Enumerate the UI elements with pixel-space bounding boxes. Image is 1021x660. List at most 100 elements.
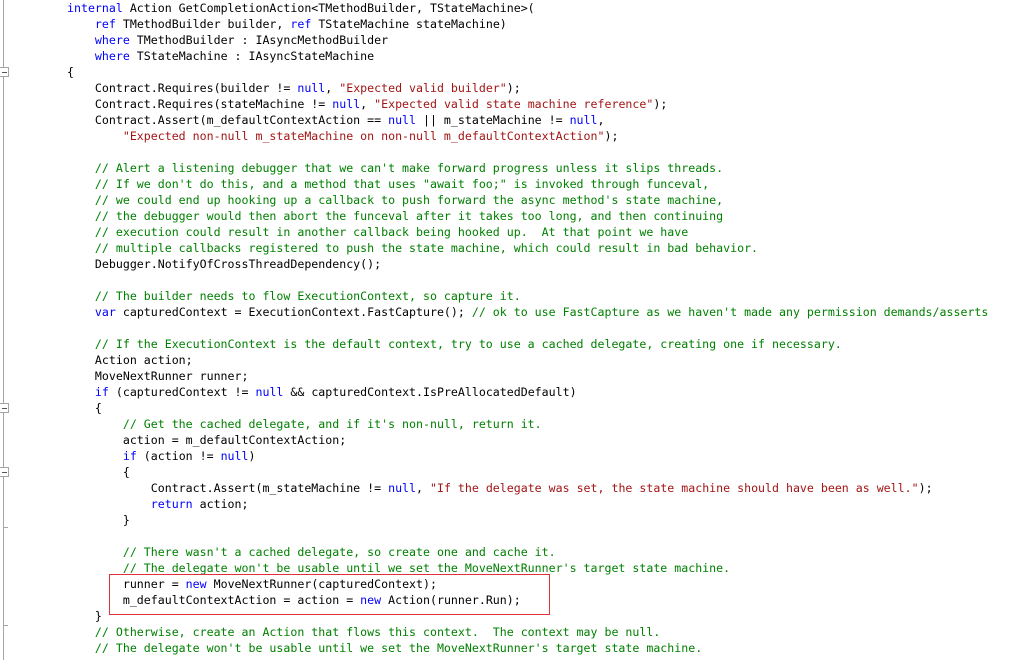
code-line: // Alert a listening debugger that we ca… xyxy=(67,160,1021,176)
code-text: Contract.Requires(stateMachine != xyxy=(67,97,333,111)
comment: // we could end up hooking up a callback… xyxy=(94,193,724,207)
keyword: null xyxy=(332,97,361,111)
code-text: action; xyxy=(192,497,249,511)
comment: // the debugger would then abort the fun… xyxy=(94,209,724,223)
outline-line xyxy=(3,0,4,660)
keyword: null xyxy=(569,113,598,127)
code-line: "Expected non-null m_stateMachine on non… xyxy=(67,128,1021,144)
code-line: action = m_defaultContextAction; xyxy=(67,432,1021,448)
code-text: , xyxy=(360,97,375,111)
code-text: || m_stateMachine != xyxy=(416,113,570,127)
code-line: Contract.Assert(m_stateMachine != null, … xyxy=(67,480,1021,496)
code-line: // Otherwise, create an Action that flow… xyxy=(67,624,1021,640)
code-line: { xyxy=(67,64,1021,80)
keyword: new xyxy=(185,577,207,591)
code-text: ); xyxy=(653,97,668,111)
code-line: { xyxy=(67,464,1021,480)
keyword: var xyxy=(94,305,116,319)
code-text: Debugger.NotifyOfCrossThreadDependency()… xyxy=(67,257,382,271)
code-line: // If we don't do this, and a method tha… xyxy=(67,176,1021,192)
code-line: Contract.Requires(builder != null, "Expe… xyxy=(67,80,1021,96)
code-line: // The builder needs to flow ExecutionCo… xyxy=(67,288,1021,304)
code-text: { xyxy=(67,65,74,79)
collapse-icon[interactable] xyxy=(0,403,9,413)
code-text: action = m_defaultContextAction; xyxy=(67,433,347,447)
code-line: { xyxy=(67,400,1021,416)
code-text: TStateMachine stateMachine) xyxy=(311,17,507,31)
keyword: new xyxy=(360,593,382,607)
comment: // The builder needs to flow ExecutionCo… xyxy=(94,289,521,303)
code-line: // multiple callbacks registered to push… xyxy=(67,240,1021,256)
collapse-icon[interactable] xyxy=(0,67,9,77)
comment: // Get the cached delegate, and if it's … xyxy=(122,417,542,431)
code-text: } xyxy=(67,609,102,623)
code-line: // Get the cached delegate, and if it's … xyxy=(67,416,1021,432)
code-text: TMethodBuilder builder, xyxy=(115,17,291,31)
code-line: if (capturedContext != null && capturedC… xyxy=(67,384,1021,400)
code-text: capturedContext = ExecutionContext.FastC… xyxy=(115,305,472,319)
code-text: } xyxy=(67,513,130,527)
string-literal: "Expected valid builder" xyxy=(339,81,507,95)
code-text: , xyxy=(416,481,430,495)
code-text: (action != xyxy=(136,449,221,463)
keyword: null xyxy=(220,449,249,463)
code-text: MoveNextRunner runner; xyxy=(67,369,249,383)
code-line: } xyxy=(67,512,1021,528)
code-text: TStateMachine : IAsyncStateMachine xyxy=(129,49,375,63)
comment: // multiple callbacks registered to push… xyxy=(94,241,759,255)
code-line: Debugger.NotifyOfCrossThreadDependency()… xyxy=(67,256,1021,272)
code-line: var capturedContext = ExecutionContext.F… xyxy=(67,304,1021,320)
keyword: null xyxy=(255,385,284,399)
collapse-icon[interactable] xyxy=(0,467,9,477)
code-text: , xyxy=(325,81,340,95)
code-line: internal Action GetCompletionAction<TMet… xyxy=(67,0,1021,16)
comment: // If the ExecutionContext is the defaul… xyxy=(94,337,842,351)
code-line: ref TMethodBuilder builder, ref TStateMa… xyxy=(67,16,1021,32)
keyword: null xyxy=(388,481,417,495)
string-literal: "If the delegate was set, the state mach… xyxy=(429,481,919,495)
code-text: m_defaultContextAction = action = xyxy=(67,593,361,607)
code-line: m_defaultContextAction = action = new Ac… xyxy=(67,592,1021,608)
outline-end-tick xyxy=(3,527,8,528)
code-line: // The delegate won't be usable until we… xyxy=(67,640,1021,656)
code-text: TMethodBuilder : IAsyncMethodBuilder xyxy=(129,33,389,47)
string-literal: "Expected non-null m_stateMachine on non… xyxy=(122,129,605,143)
comment: // The delegate won't be usable until we… xyxy=(94,641,703,655)
code-line: if (action != null) xyxy=(67,448,1021,464)
code-text: Action action; xyxy=(67,353,193,367)
code-text: ); xyxy=(918,481,933,495)
code-text: ); xyxy=(506,81,521,95)
keyword: null xyxy=(297,81,326,95)
code-text: Contract.Assert(m_stateMachine != xyxy=(67,481,389,495)
code-editor[interactable]: internal Action GetCompletionAction<TMet… xyxy=(67,0,1021,656)
code-line: runner = new MoveNextRunner(capturedCont… xyxy=(67,576,1021,592)
code-text: Action(runner.Run); xyxy=(381,593,521,607)
keyword: if xyxy=(94,385,109,399)
code-text: ) xyxy=(248,449,256,463)
code-line: where TMethodBuilder : IAsyncMethodBuild… xyxy=(67,32,1021,48)
comment: // The delegate won't be usable until we… xyxy=(122,561,731,575)
keyword: where xyxy=(94,49,130,63)
code-line: // If the ExecutionContext is the defaul… xyxy=(67,336,1021,352)
outlining-margin xyxy=(0,0,14,660)
keyword: ref xyxy=(290,17,312,31)
code-line: Action action; xyxy=(67,352,1021,368)
